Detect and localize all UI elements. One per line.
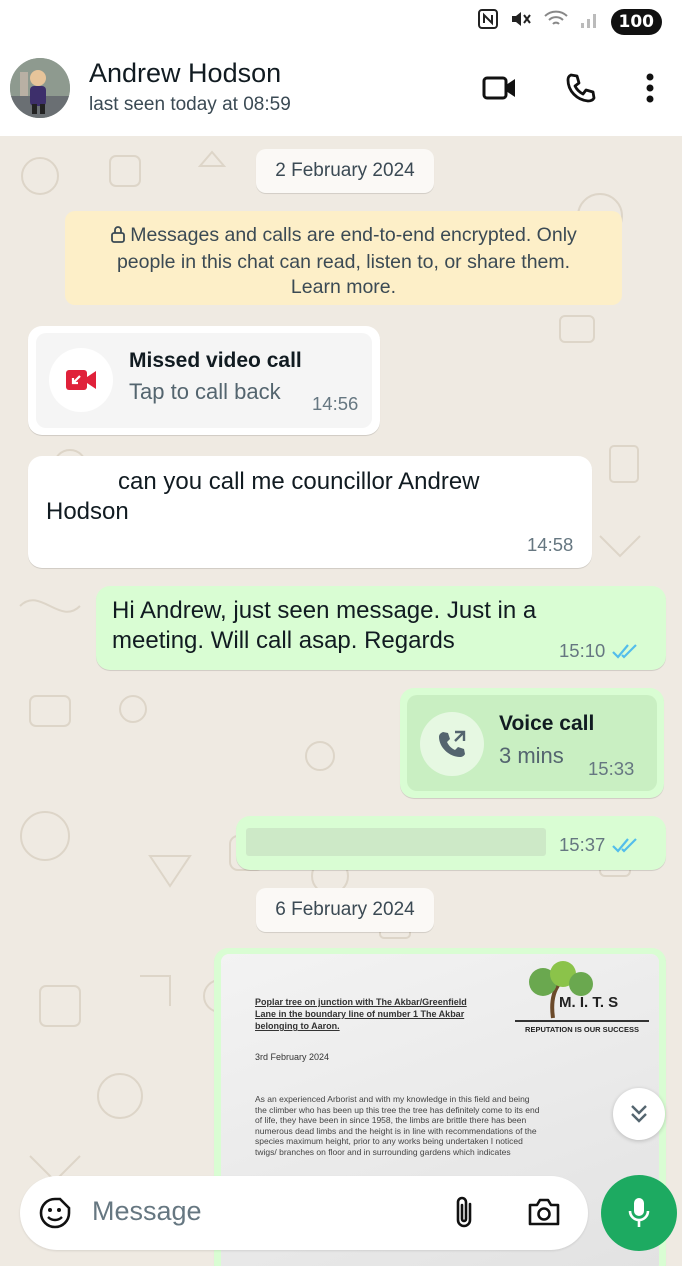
message-time: 15:33 bbox=[588, 758, 635, 779]
microphone-icon bbox=[628, 1198, 650, 1227]
message-time: 14:56 bbox=[312, 393, 359, 414]
voice-call-bubble[interactable]: Voice call 3 mins 15:33 bbox=[400, 688, 664, 798]
document-heading: Poplar tree on junction with The Akbar/G… bbox=[255, 997, 467, 1031]
message-text-line-1: Hi Andrew, just seen message. Just in a bbox=[112, 597, 537, 624]
incoming-message-bubble[interactable]: can you call me councillor Andrew Hodson… bbox=[28, 456, 592, 568]
phone-call-icon[interactable] bbox=[560, 68, 600, 108]
encryption-line-2: people in this chat can read, listen to,… bbox=[116, 251, 571, 273]
redacted-message-bubble[interactable]: 15:37 bbox=[236, 816, 666, 870]
video-call-icon[interactable] bbox=[480, 68, 520, 108]
date-divider: 2 February 2024 bbox=[256, 149, 434, 193]
chat-header: Andrew Hodson last seen today at 08:59 bbox=[0, 44, 682, 136]
double-chevron-down-icon bbox=[631, 1105, 647, 1123]
document-date: 3rd February 2024 bbox=[255, 1052, 330, 1062]
message-time: 15:37 bbox=[559, 834, 639, 856]
missed-video-icon-circle bbox=[49, 348, 113, 412]
outgoing-voice-call-icon bbox=[439, 730, 466, 757]
avatar[interactable] bbox=[10, 58, 70, 118]
signal-icon bbox=[579, 8, 601, 35]
last-seen-status: last seen today at 08:59 bbox=[89, 94, 291, 115]
wifi-icon bbox=[543, 8, 569, 35]
company-logo: M. I. T. S REPUTATION IS OUR SUCCESS bbox=[513, 960, 651, 1042]
lock-icon bbox=[110, 225, 126, 250]
voice-call-icon-circle bbox=[420, 712, 484, 776]
message-time: 15:10 bbox=[559, 640, 639, 662]
missed-call-card[interactable]: Missed video call Tap to call back 14:56 bbox=[36, 333, 372, 428]
message-text-line-1: can you call me councillor Andrew bbox=[118, 468, 480, 495]
chat-area[interactable]: 2 February 2024 Messages and calls are e… bbox=[0, 136, 682, 1266]
missed-call-bubble[interactable]: Missed video call Tap to call back 14:56 bbox=[28, 326, 380, 435]
voice-call-duration: 3 mins bbox=[499, 743, 564, 768]
message-time: 14:58 bbox=[527, 534, 574, 555]
learn-more-link[interactable]: Learn more. bbox=[65, 275, 622, 300]
redacted-content bbox=[246, 828, 546, 856]
more-options-icon[interactable] bbox=[630, 68, 670, 108]
nfc-icon bbox=[477, 8, 499, 35]
voice-call-card[interactable]: Voice call 3 mins 15:33 bbox=[407, 695, 657, 791]
attach-icon[interactable] bbox=[452, 1194, 478, 1235]
document-body: As an experienced Arborist and with my k… bbox=[255, 1094, 540, 1157]
message-text-line-2: Hodson bbox=[46, 498, 129, 525]
battery-indicator: 100 bbox=[610, 8, 662, 35]
double-tick-icon bbox=[612, 644, 638, 659]
missed-video-call-icon bbox=[66, 370, 96, 390]
message-input[interactable]: Message bbox=[92, 1196, 202, 1227]
message-text-line-2: meeting. Will call asap. Regards bbox=[112, 627, 455, 654]
camera-icon[interactable] bbox=[526, 1196, 562, 1233]
missed-call-title: Missed video call bbox=[129, 349, 302, 372]
encryption-notice[interactable]: Messages and calls are end-to-end encryp… bbox=[65, 211, 622, 305]
voice-call-title: Voice call bbox=[499, 712, 595, 735]
double-tick-icon bbox=[612, 838, 638, 853]
message-composer[interactable]: Message bbox=[20, 1176, 588, 1250]
date-divider: 6 February 2024 bbox=[256, 888, 434, 932]
encryption-line-1: Messages and calls are end-to-end encryp… bbox=[65, 223, 622, 250]
sticker-icon[interactable] bbox=[38, 1196, 72, 1235]
outgoing-message-bubble[interactable]: Hi Andrew, just seen message. Just in a … bbox=[96, 586, 666, 670]
missed-call-subtitle: Tap to call back bbox=[129, 379, 281, 404]
mute-icon bbox=[509, 8, 533, 35]
scroll-to-bottom-button[interactable] bbox=[613, 1088, 665, 1140]
voice-message-button[interactable] bbox=[601, 1175, 677, 1251]
contact-name[interactable]: Andrew Hodson bbox=[89, 58, 281, 89]
status-bar: 100 bbox=[0, 0, 682, 44]
status-icons: 100 bbox=[477, 8, 662, 35]
